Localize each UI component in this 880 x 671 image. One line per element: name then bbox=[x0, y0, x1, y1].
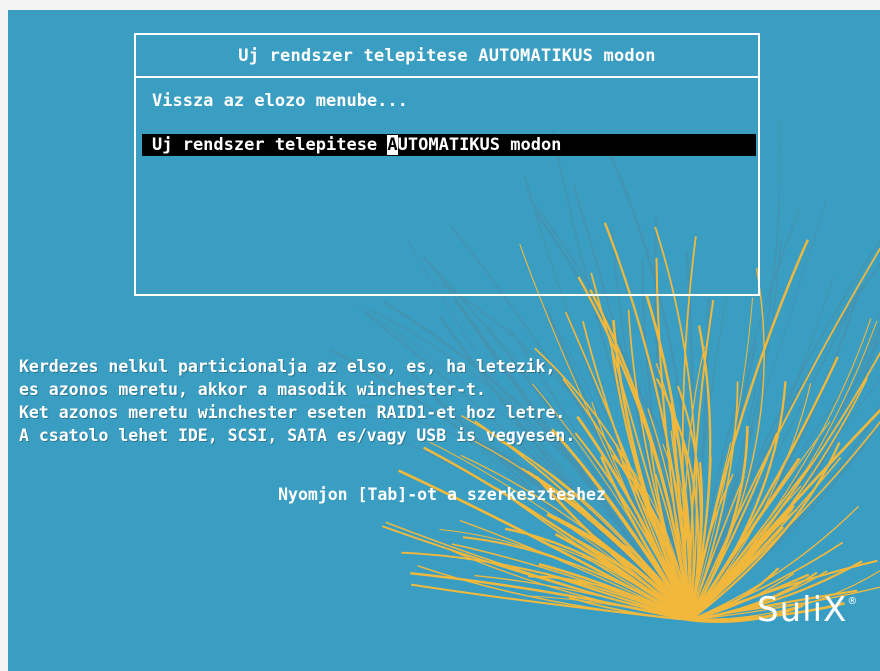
boot-screen: Uj rendszer telepitese AUTOMATIKUS modon… bbox=[0, 0, 880, 671]
help-line: es azonos meretu, akkor a masodik winche… bbox=[19, 380, 486, 399]
help-text: Kerdezes nelkul particionalja az elso, e… bbox=[19, 355, 575, 447]
boot-menu: Uj rendszer telepitese AUTOMATIKUS modon… bbox=[134, 33, 760, 296]
edit-hint: Nyomjon [Tab]-ot a szerkeszteshez bbox=[0, 485, 880, 504]
menu-item-auto-install[interactable]: Uj rendszer telepitese AUTOMATIKUS modon bbox=[142, 134, 756, 156]
logo-text: SuliX bbox=[757, 590, 848, 630]
menu-item-label-suffix: UTOMATIKUS modon bbox=[397, 135, 562, 155]
help-line: A csatolo lehet IDE, SCSI, SATA es/vagy … bbox=[19, 426, 576, 445]
text-cursor: A bbox=[387, 135, 398, 155]
help-line: Ket azonos meretu winchester eseten RAID… bbox=[19, 403, 566, 422]
edit-hint-text: Nyomjon [Tab]-ot a szerkeszteshez bbox=[278, 485, 606, 504]
menu-item-label-prefix: Uj rendszer telepitese bbox=[152, 135, 388, 155]
menu-item-back[interactable]: Vissza az elozo menube... bbox=[142, 90, 756, 112]
menu-title: Uj rendszer telepitese AUTOMATIKUS modon bbox=[136, 35, 758, 78]
sulix-logo: SuliX® bbox=[757, 590, 858, 630]
help-line: Kerdezes nelkul particionalja az elso, e… bbox=[19, 357, 556, 376]
registered-mark: ® bbox=[847, 596, 859, 607]
